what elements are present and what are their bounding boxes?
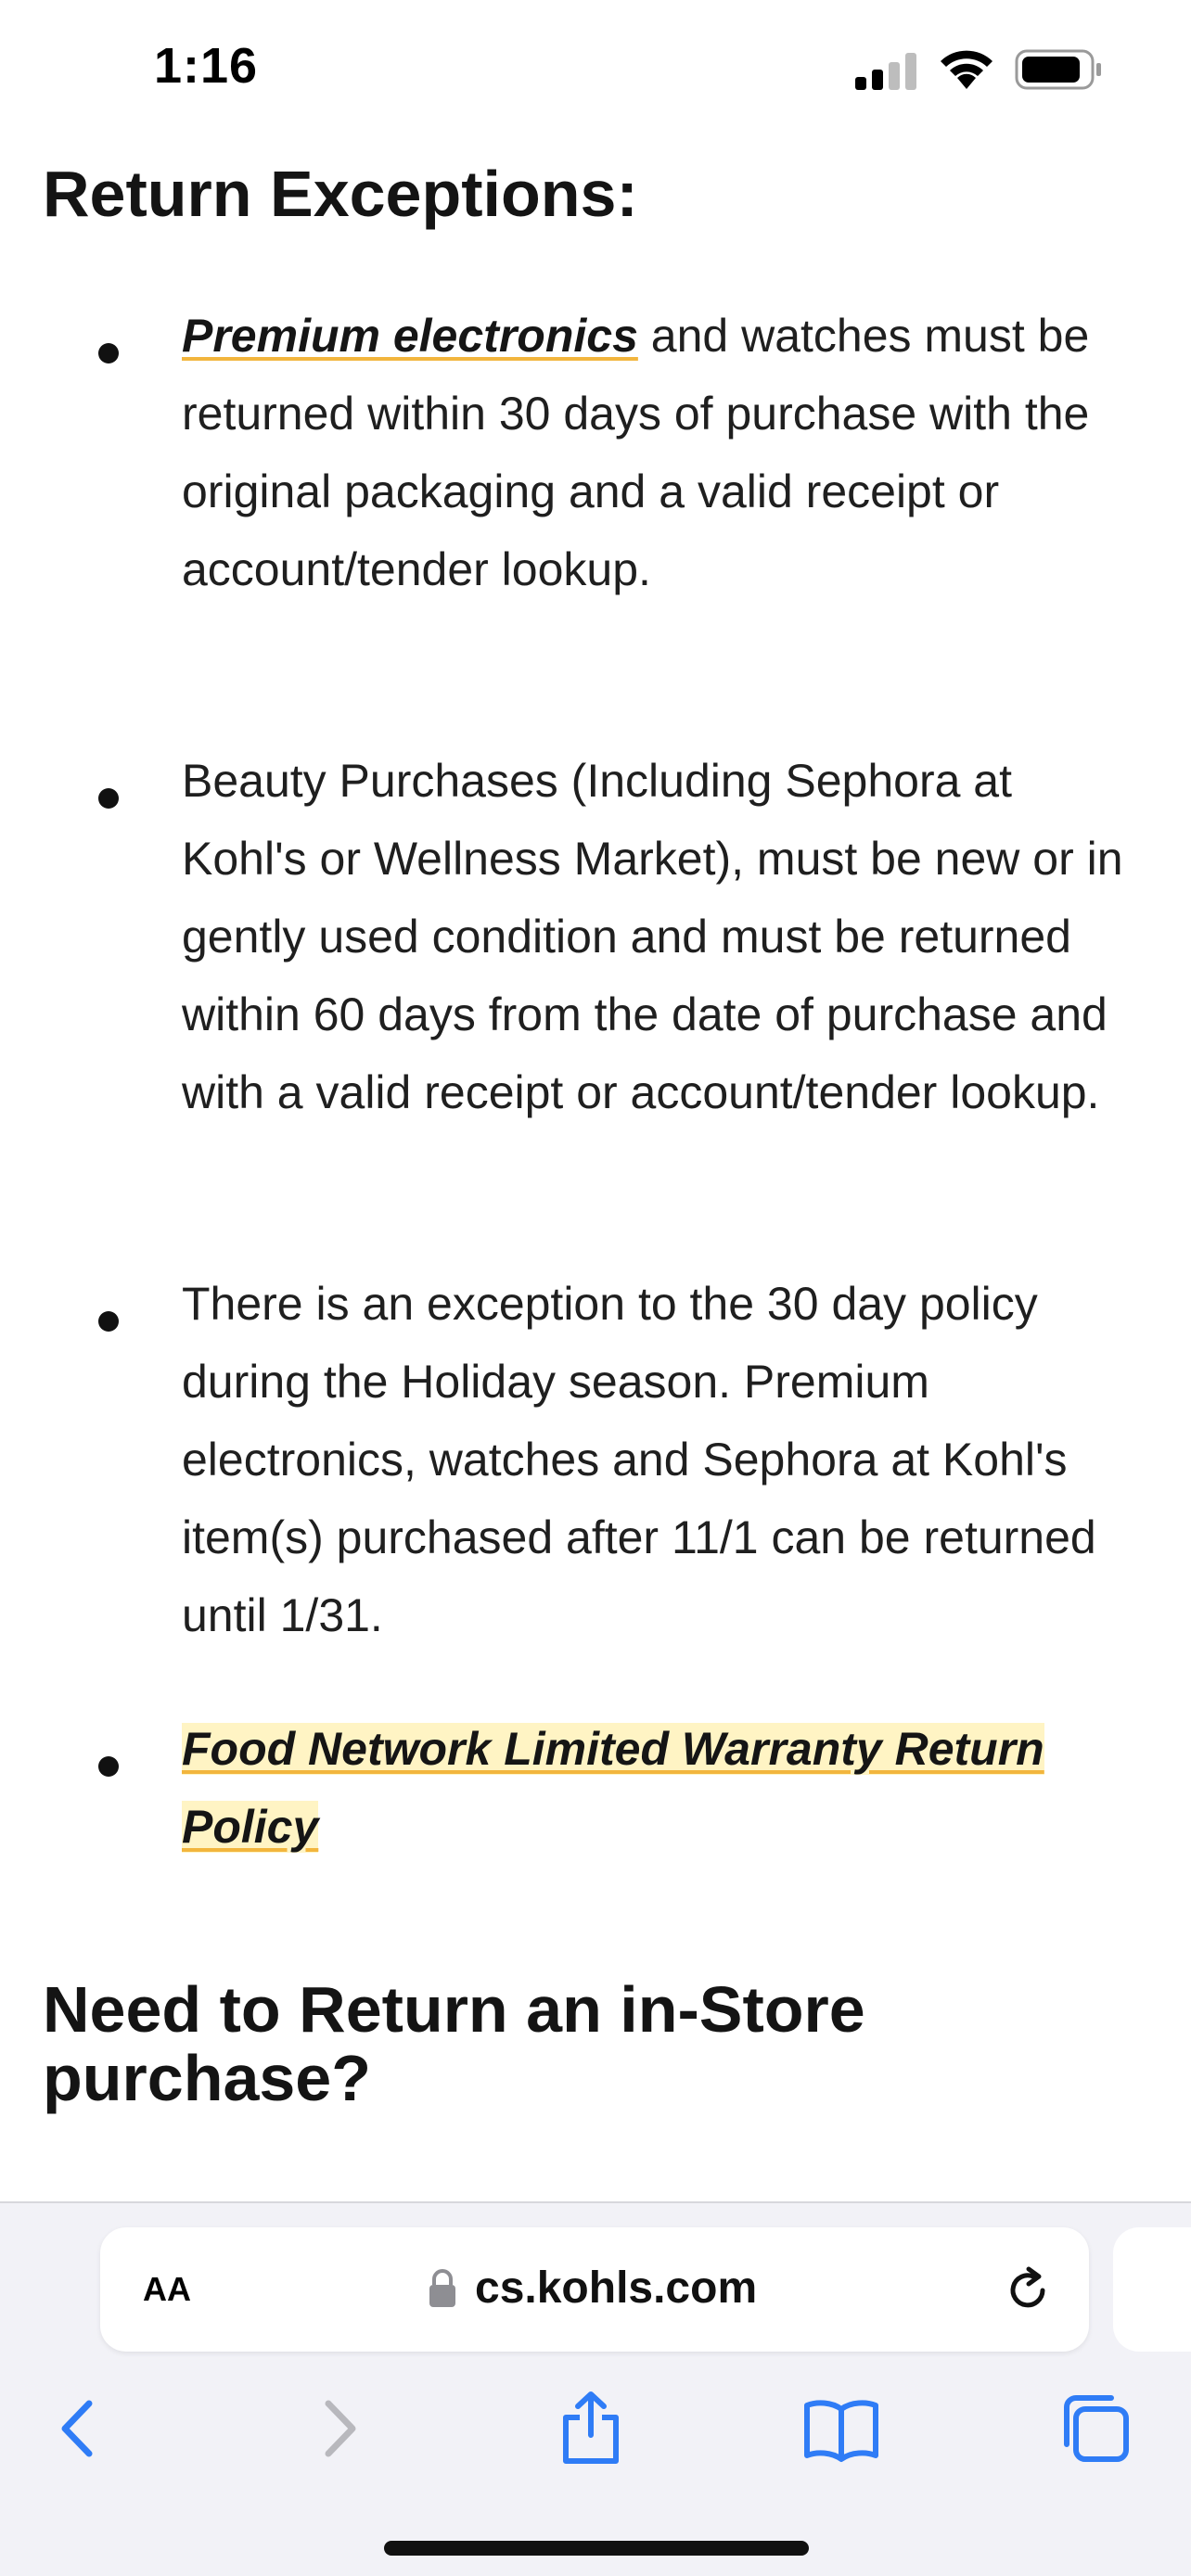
bullet-icon xyxy=(98,1756,119,1777)
return-exceptions-heading: Return Exceptions: xyxy=(43,158,638,230)
forward-icon[interactable] xyxy=(297,2387,380,2470)
reload-icon[interactable] xyxy=(1002,2264,1054,2316)
reader-settings-button[interactable]: AA xyxy=(143,2261,217,2316)
bullet-text: Food Network Limited Warranty Return Pol… xyxy=(182,1710,1072,1866)
status-time: 1:16 xyxy=(154,38,259,94)
food-network-warranty-link[interactable]: Food Network Limited Warranty Return Pol… xyxy=(182,1723,1044,1853)
premium-electronics-link[interactable]: Premium electronics xyxy=(182,310,638,362)
bullet-text: Beauty Purchases (Including Sephora at K… xyxy=(182,755,1123,1118)
wifi-icon xyxy=(941,50,992,89)
back-icon[interactable] xyxy=(37,2387,121,2470)
bullet-text: There is an exception to the 30 day poli… xyxy=(182,1278,1096,1641)
bookmarks-icon[interactable] xyxy=(800,2387,883,2470)
bullet-icon xyxy=(98,1311,119,1332)
bullet-text: Premium electronics and watches must be … xyxy=(182,297,1146,608)
in-store-return-heading: Need to Return an in-Store purchase? xyxy=(43,1973,865,2114)
share-icon[interactable] xyxy=(549,2387,633,2470)
screen: 1:16 Return Exceptions: Premium electron… xyxy=(0,0,1191,2576)
aa-label: AA xyxy=(143,2270,191,2308)
bullet-icon xyxy=(98,343,119,363)
lock-icon xyxy=(429,2269,455,2307)
battery-icon xyxy=(1015,49,1101,90)
signal-icon xyxy=(855,51,920,90)
status-bar: 1:16 xyxy=(0,0,1191,139)
home-indicator xyxy=(384,2541,809,2556)
tabs-icon[interactable] xyxy=(1054,2387,1137,2470)
next-tab-preview[interactable] xyxy=(1113,2227,1191,2352)
address-bar[interactable]: AA cs.kohls.com xyxy=(100,2227,1089,2352)
url-text[interactable]: cs.kohls.com xyxy=(475,2263,757,2314)
browser-toolbar: AA cs.kohls.com xyxy=(0,2201,1191,2576)
bullet-icon xyxy=(98,788,119,809)
